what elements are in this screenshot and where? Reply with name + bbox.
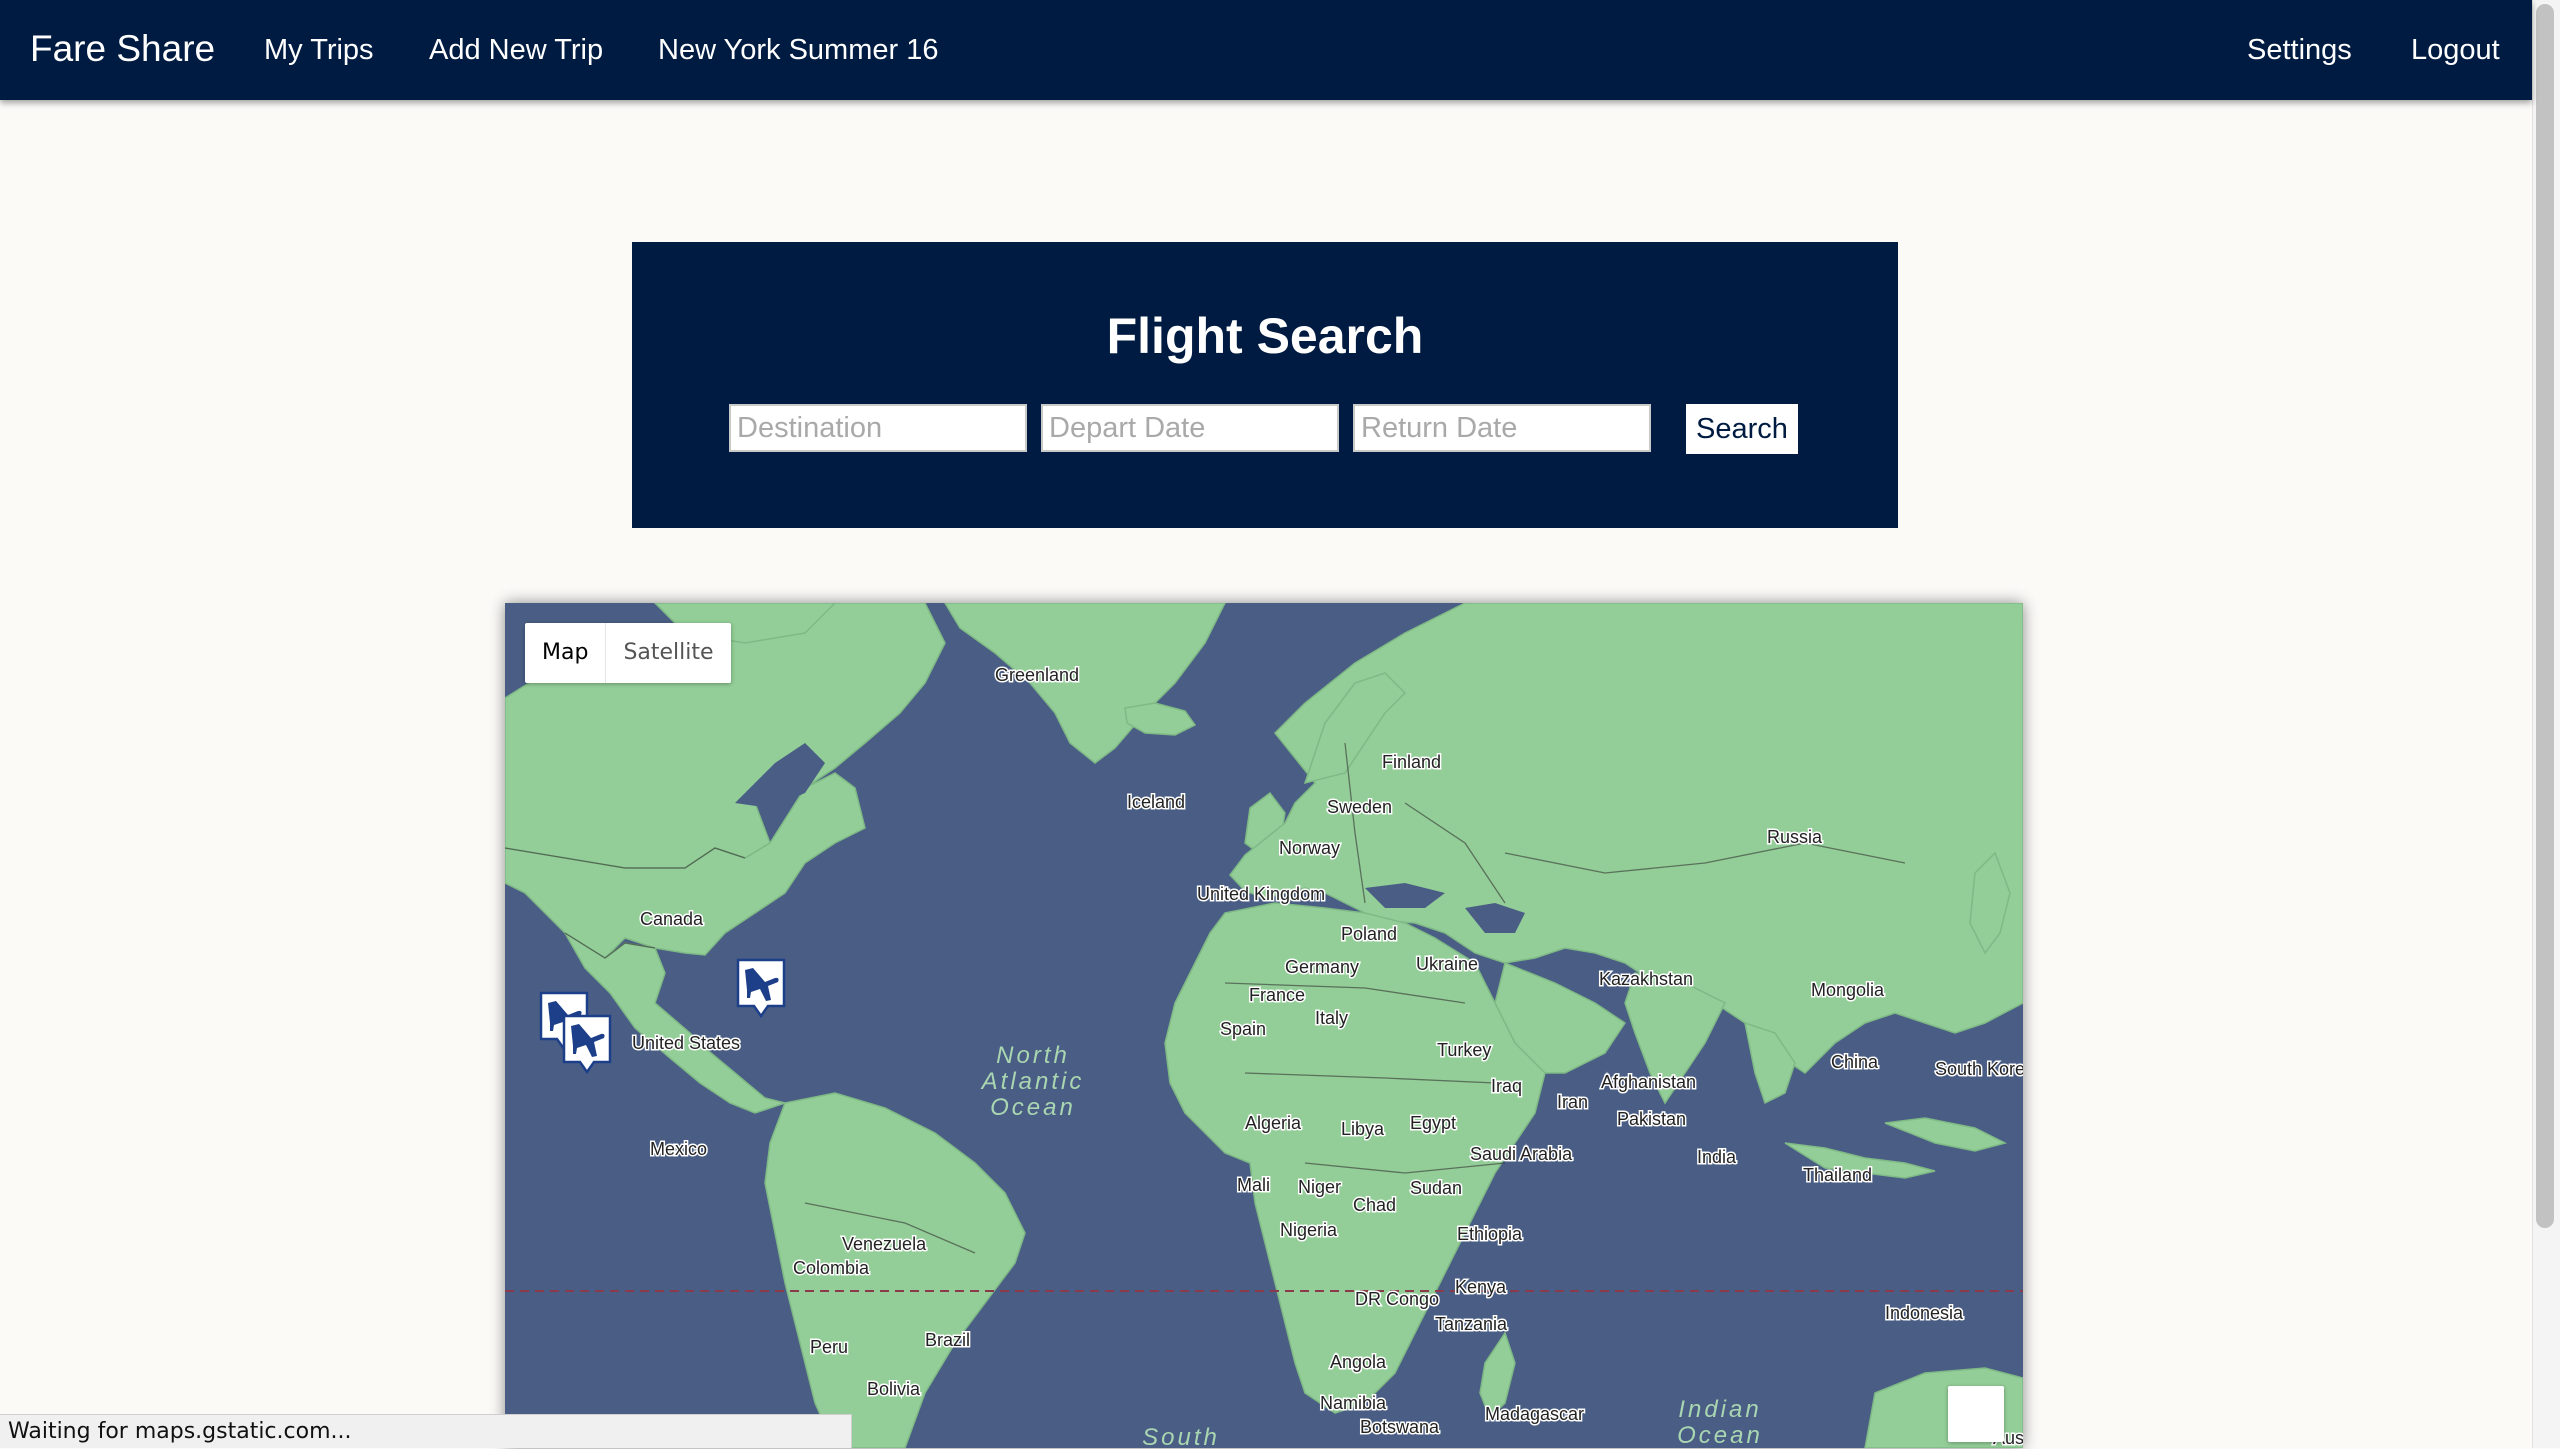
label-mongolia: Mongolia [1811,980,1885,1000]
world-map[interactable]: Greenland Iceland Finland Sweden Norway … [505,603,2023,1448]
label-ethiopia: Ethiopia [1457,1224,1523,1244]
flight-search-panel: Flight Search Search [632,242,1898,528]
label-tanzania: Tanzania [1435,1314,1508,1334]
browser-status-bar: Waiting for maps.gstatic.com... [0,1414,852,1448]
page-scrollbar-thumb[interactable] [2536,4,2554,1228]
label-canada: Canada [640,909,704,929]
label-kenya: Kenya [1455,1277,1507,1297]
label-angola: Angola [1330,1352,1387,1372]
label-sudan: Sudan [1410,1178,1462,1198]
label-pakistan: Pakistan [1617,1109,1686,1129]
label-spain: Spain [1220,1019,1266,1039]
destination-input[interactable] [729,404,1027,452]
label-thailand: Thailand [1803,1165,1872,1185]
label-russia: Russia [1767,827,1823,847]
label-south-korea: South Kore [1935,1059,2023,1079]
label-saudi-arabia: Saudi Arabia [1470,1144,1573,1164]
search-button[interactable]: Search [1686,404,1798,454]
label-nigeria: Nigeria [1280,1220,1338,1240]
label-indian-ocean-2: Ocean [1677,1422,1763,1448]
map-type-control: Map Satellite [525,623,731,683]
label-brazil: Brazil [925,1330,970,1350]
label-mali: Mali [1237,1175,1270,1195]
flight-search-title: Flight Search [1106,308,1424,364]
label-kazakhstan: Kazakhstan [1599,969,1693,989]
label-north-atlantic-2: Atlantic [980,1068,1085,1095]
label-north-atlantic-3: Ocean [990,1094,1076,1121]
map-type-satellite-button[interactable]: Satellite [605,623,730,683]
label-colombia: Colombia [793,1258,870,1278]
label-france: France [1249,985,1305,1005]
map-type-map-button[interactable]: Map [525,623,605,683]
label-indian-ocean-1: Indian [1678,1396,1761,1423]
nav-add-new-trip[interactable]: Add New Trip [429,30,603,70]
map-fullscreen-control[interactable] [1948,1386,2004,1442]
label-madagascar: Madagascar [1485,1404,1584,1424]
label-peru: Peru [810,1337,848,1357]
label-greenland: Greenland [995,665,1079,685]
label-turkey: Turkey [1437,1040,1491,1060]
label-italy: Italy [1315,1008,1348,1028]
label-united-kingdom: United Kingdom [1197,884,1325,904]
top-navbar: Fare Share My Trips Add New Trip New Yor… [0,0,2532,100]
map-canvas[interactable]: Greenland Iceland Finland Sweden Norway … [505,603,2023,1448]
label-germany: Germany [1285,957,1359,977]
label-china: China [1831,1052,1879,1072]
label-poland: Poland [1341,924,1397,944]
label-namibia: Namibia [1320,1393,1387,1413]
depart-date-input[interactable] [1041,404,1339,452]
nav-settings[interactable]: Settings [2247,30,2352,70]
label-iran: Iran [1557,1092,1588,1112]
label-norway: Norway [1279,838,1340,858]
label-bolivia: Bolivia [867,1379,921,1399]
label-dr-congo: DR Congo [1355,1289,1439,1309]
label-chad: Chad [1353,1195,1396,1215]
label-india: India [1697,1147,1737,1167]
label-iceland: Iceland [1127,792,1185,812]
label-venezuela: Venezuela [842,1234,927,1254]
return-date-input[interactable] [1353,404,1651,452]
label-united-states: United States [632,1033,740,1053]
nav-logout[interactable]: Logout [2411,30,2500,70]
label-finland: Finland [1382,752,1441,772]
label-south-ocean: South [1142,1424,1220,1448]
label-afghanistan: Afghanistan [1601,1072,1696,1092]
label-botswana: Botswana [1360,1417,1440,1437]
label-niger: Niger [1298,1177,1341,1197]
label-indonesia: Indonesia [1885,1303,1964,1323]
label-egypt: Egypt [1410,1113,1456,1133]
nav-my-trips[interactable]: My Trips [264,30,374,70]
label-iraq: Iraq [1491,1076,1522,1096]
label-mexico: Mexico [650,1139,707,1159]
label-sweden: Sweden [1327,797,1392,817]
label-algeria: Algeria [1245,1113,1302,1133]
brand-logo[interactable]: Fare Share [30,26,215,72]
label-north-atlantic-1: North [996,1042,1070,1069]
nav-current-trip[interactable]: New York Summer 16 [658,30,938,70]
label-ukraine: Ukraine [1416,954,1478,974]
label-libya: Libya [1341,1119,1385,1139]
